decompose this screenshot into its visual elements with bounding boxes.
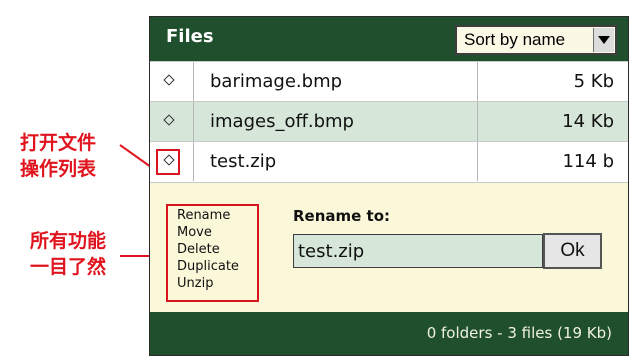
operations-list: Rename Move Delete Duplicate Unzip xyxy=(166,204,259,302)
unzip-link[interactable]: Unzip xyxy=(177,277,213,291)
panel-header: Files Sort by name xyxy=(150,17,628,61)
file-name[interactable]: images_off.bmp xyxy=(210,111,354,132)
ok-button[interactable]: Ok xyxy=(543,233,602,269)
rename-label: Rename to: xyxy=(293,207,391,225)
file-name[interactable]: test.zip xyxy=(210,151,276,172)
sort-select[interactable]: Sort by name xyxy=(455,25,617,55)
annotation-line: 操作列表 xyxy=(20,158,97,180)
rename-input[interactable]: test.zip xyxy=(293,234,543,268)
file-name[interactable]: barimage.bmp xyxy=(210,71,342,92)
file-size: 114 b xyxy=(562,151,614,172)
file-row[interactable]: images_off.bmp 14 Kb xyxy=(150,101,628,141)
diamond-icon[interactable] xyxy=(163,114,175,126)
sort-select-value: Sort by name xyxy=(464,30,566,49)
panel-title: Files xyxy=(166,26,214,47)
duplicate-link[interactable]: Duplicate xyxy=(177,260,239,274)
file-operations-panel: Rename Move Delete Duplicate Unzip Renam… xyxy=(150,182,628,313)
status-text: 0 folders - 3 files (19 Kb) xyxy=(426,324,612,342)
rename-input-value: test.zip xyxy=(298,241,365,262)
annotation-line: 打开文件 xyxy=(20,132,97,154)
annotation-all-functions: 所有功能 一目了然 xyxy=(30,228,106,280)
rename-link[interactable]: Rename xyxy=(177,209,230,223)
annotation-line: 一目了然 xyxy=(30,256,107,278)
file-size: 14 Kb xyxy=(562,111,614,132)
file-manager-panel: Files Sort by name barimage.bmp 5 Kb ima… xyxy=(149,16,629,356)
diamond-icon[interactable] xyxy=(163,74,175,86)
annotation-line: 所有功能 xyxy=(30,230,107,252)
status-bar: 0 folders - 3 files (19 Kb) xyxy=(150,312,628,355)
move-link[interactable]: Move xyxy=(177,226,212,240)
file-size: 5 Kb xyxy=(573,71,614,92)
dropdown-arrow-icon[interactable] xyxy=(593,28,614,52)
delete-link[interactable]: Delete xyxy=(177,243,220,257)
file-row[interactable]: barimage.bmp 5 Kb xyxy=(150,61,628,101)
file-row[interactable]: test.zip 114 b xyxy=(150,141,628,181)
annotation-open-file-ops: 打开文件 操作列表 xyxy=(20,130,96,182)
